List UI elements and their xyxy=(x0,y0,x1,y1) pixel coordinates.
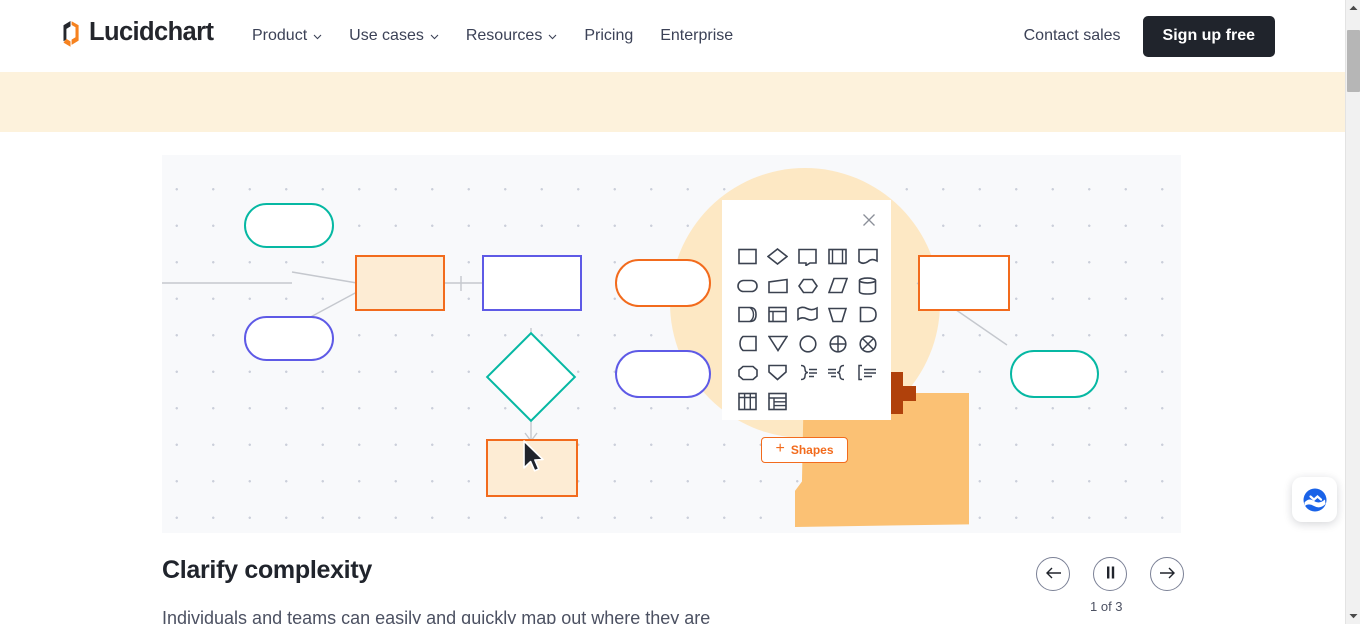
node-purple-rect[interactable] xyxy=(482,255,582,311)
add-shapes-button[interactable]: + Shapes xyxy=(761,437,848,463)
parallelogram-shape[interactable] xyxy=(823,271,852,300)
site-header: Lucidchart Product Use cases Resources xyxy=(0,0,1345,72)
chevron-down-icon xyxy=(430,34,439,40)
node-purple-rounded-center[interactable] xyxy=(615,350,711,398)
lucid-logo-icon xyxy=(60,19,82,47)
nav-item-use-cases[interactable]: Use cases xyxy=(349,27,439,45)
manual-operation-shape[interactable] xyxy=(823,300,852,329)
nav-item-label: Product xyxy=(252,27,307,45)
pause-icon xyxy=(1105,566,1116,582)
carousel-slide-title: Clarify complexity xyxy=(162,556,372,585)
nav-item-product[interactable]: Product xyxy=(252,27,322,45)
stored-data-shape[interactable] xyxy=(733,329,762,358)
display-shape[interactable] xyxy=(853,300,882,329)
arrow-right-icon xyxy=(1159,566,1176,583)
trapezoid-shape[interactable] xyxy=(763,271,792,300)
header-actions: Contact sales Sign up free xyxy=(1024,0,1275,72)
nav-item-resources[interactable]: Resources xyxy=(466,27,557,45)
nav-item-label: Resources xyxy=(466,27,542,45)
extract-shape[interactable] xyxy=(763,358,792,387)
node-teal-rounded-top-left[interactable] xyxy=(244,203,334,248)
carousel-pause-button[interactable] xyxy=(1093,557,1127,591)
cylinder-shape[interactable] xyxy=(853,271,882,300)
arrow-left-icon xyxy=(1045,566,1062,583)
nav-item-enterprise[interactable]: Enterprise xyxy=(660,27,733,45)
brand-logo[interactable]: Lucidchart xyxy=(60,19,213,47)
plus-icon: + xyxy=(775,441,784,457)
vertical-scrollbar[interactable] xyxy=(1345,0,1360,624)
shape-library-grid xyxy=(733,242,881,416)
or-shape[interactable] xyxy=(853,329,882,358)
delay-shape[interactable] xyxy=(733,300,762,329)
brace-right-shape[interactable] xyxy=(793,358,822,387)
node-teal-rounded-right[interactable] xyxy=(1010,350,1099,398)
carousel-slide-body: Individuals and teams can easily and qui… xyxy=(162,605,922,624)
nav-item-label: Pricing xyxy=(584,27,633,45)
circle-shape[interactable] xyxy=(793,329,822,358)
primary-nav: Product Use cases Resources Pricing xyxy=(252,0,733,72)
carousel-counter: 1 of 3 xyxy=(1090,599,1123,614)
table-columns-shape[interactable] xyxy=(733,387,762,416)
promo-banner xyxy=(0,72,1345,132)
brand-name: Lucidchart xyxy=(89,20,213,46)
internal-storage-shape[interactable] xyxy=(763,300,792,329)
inverted-triangle-shape[interactable] xyxy=(763,329,792,358)
rectangle-shape[interactable] xyxy=(733,242,762,271)
mouse-pointer-icon xyxy=(522,440,546,479)
chevron-down-icon xyxy=(313,34,322,40)
diagram-canvas[interactable] xyxy=(162,155,1181,533)
scrollbar-thumb[interactable] xyxy=(1347,30,1360,92)
predefined-process-shape[interactable] xyxy=(823,242,852,271)
bracket-list-shape[interactable] xyxy=(853,358,882,387)
terminator-shape[interactable] xyxy=(733,271,762,300)
page-root: Lucidchart Product Use cases Resources xyxy=(0,0,1360,624)
hexagon-shape[interactable] xyxy=(793,271,822,300)
brace-left-shape[interactable] xyxy=(823,358,852,387)
node-purple-rounded-left[interactable] xyxy=(244,316,334,361)
carousel-prev-button[interactable] xyxy=(1036,557,1070,591)
nav-item-pricing[interactable]: Pricing xyxy=(584,27,633,45)
note-shape[interactable] xyxy=(793,242,822,271)
chevron-down-icon xyxy=(548,34,557,40)
document-shape[interactable] xyxy=(853,242,882,271)
shapes-panel xyxy=(722,200,891,420)
carousel-controls xyxy=(1036,557,1184,591)
nav-item-label: Use cases xyxy=(349,27,424,45)
multi-document-shape[interactable] xyxy=(793,300,822,329)
summing-junction-shape[interactable] xyxy=(823,329,852,358)
add-shapes-label: Shapes xyxy=(791,443,834,457)
close-icon[interactable] xyxy=(861,212,877,228)
node-orange-rect-right[interactable] xyxy=(918,255,1010,311)
contact-sales-link[interactable]: Contact sales xyxy=(1024,27,1121,45)
nav-item-label: Enterprise xyxy=(660,27,733,45)
scroll-up-arrow-icon[interactable] xyxy=(1346,0,1360,16)
node-orange-rect-filled[interactable] xyxy=(355,255,445,311)
scroll-down-arrow-icon[interactable] xyxy=(1346,608,1360,624)
carousel-next-button[interactable] xyxy=(1150,557,1184,591)
table-rows-shape[interactable] xyxy=(763,387,792,416)
sign-up-free-button[interactable]: Sign up free xyxy=(1143,16,1275,57)
diamond-shape[interactable] xyxy=(763,242,792,271)
support-chat-icon[interactable] xyxy=(1292,477,1337,522)
preparation-shape[interactable] xyxy=(733,358,762,387)
node-orange-rounded-center[interactable] xyxy=(615,259,711,307)
